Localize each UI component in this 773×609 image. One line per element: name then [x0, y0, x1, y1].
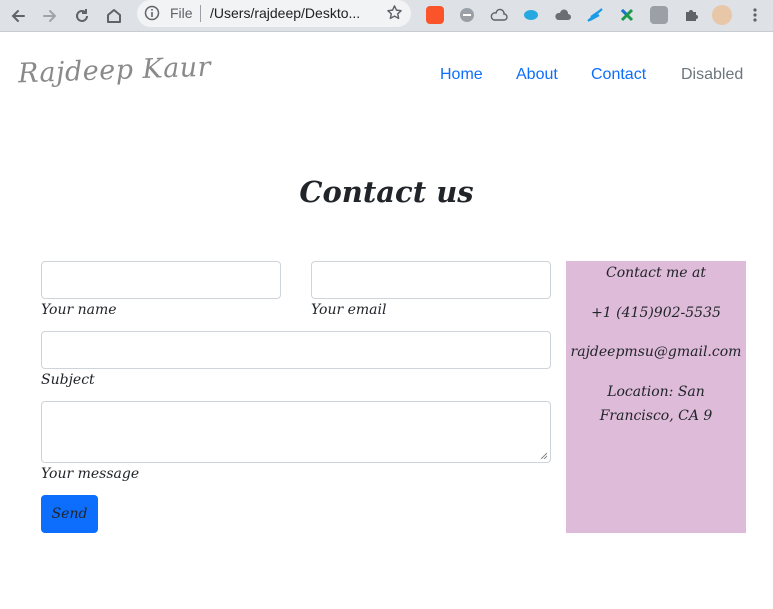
message-textarea[interactable]	[41, 401, 551, 463]
forward-arrow-icon	[43, 10, 57, 22]
url-scheme-label: File	[170, 5, 193, 21]
fish-icon[interactable]	[522, 6, 540, 24]
puzzle-icon[interactable]	[682, 6, 700, 24]
home-icon	[107, 9, 121, 23]
brave-lion-icon[interactable]	[426, 6, 444, 24]
nav-link-disabled: Disabled	[681, 66, 744, 83]
ghost-icon[interactable]	[458, 6, 476, 24]
home-button[interactable]	[101, 3, 127, 29]
nav-link-home[interactable]: Home	[440, 66, 483, 84]
back-arrow-icon	[11, 10, 25, 22]
dark-cloud-icon[interactable]	[554, 6, 572, 24]
reload-button[interactable]	[69, 3, 95, 29]
site-logo[interactable]: Rajdeep Kaur	[18, 52, 212, 90]
info-icon[interactable]	[144, 5, 160, 26]
subject-label: Subject	[41, 372, 95, 388]
nav-link-contact[interactable]: Contact	[591, 66, 646, 84]
contact-location-line1: Location: San	[607, 384, 705, 400]
email-label: Your email	[311, 302, 387, 318]
send-button[interactable]: Send	[41, 495, 98, 533]
message-label: Your message	[41, 466, 140, 482]
cloud-icon[interactable]	[490, 6, 508, 24]
contact-phone: +1 (415)902-5535	[591, 305, 721, 321]
browser-toolbar: File /Users/rajdeep/Deskto...	[0, 0, 773, 32]
omnibox-divider	[200, 5, 201, 22]
address-bar[interactable]: File /Users/rajdeep/Deskto...	[137, 0, 411, 27]
nav-link-about[interactable]: About	[516, 66, 558, 84]
kebab-menu-icon[interactable]	[746, 6, 764, 24]
forward-button[interactable]	[37, 3, 63, 29]
grid-ext-icon[interactable]	[650, 6, 668, 24]
profile-avatar[interactable]	[712, 5, 732, 25]
email-input[interactable]	[311, 261, 551, 299]
contact-title: Contact me at	[605, 265, 707, 281]
url-text[interactable]: /Users/rajdeep/Deskto...	[210, 5, 360, 21]
contact-info-panel: Contact me at +1 (415)902-5535 rajdeepms…	[566, 261, 746, 533]
subject-input[interactable]	[41, 331, 551, 369]
contact-email: rajdeepmsu@gmail.com	[570, 344, 742, 360]
bookmark-star-icon[interactable]	[386, 4, 403, 26]
reload-icon	[76, 9, 88, 22]
cross-x-icon[interactable]	[618, 6, 636, 24]
back-button[interactable]	[5, 3, 31, 29]
contact-location-line2: Francisco, CA 9	[599, 408, 713, 424]
resize-grip-icon[interactable]	[540, 452, 547, 459]
page-title: Contact us	[299, 175, 474, 209]
name-label: Your name	[41, 302, 117, 318]
name-input[interactable]	[41, 261, 281, 299]
feather-icon[interactable]	[586, 6, 604, 24]
